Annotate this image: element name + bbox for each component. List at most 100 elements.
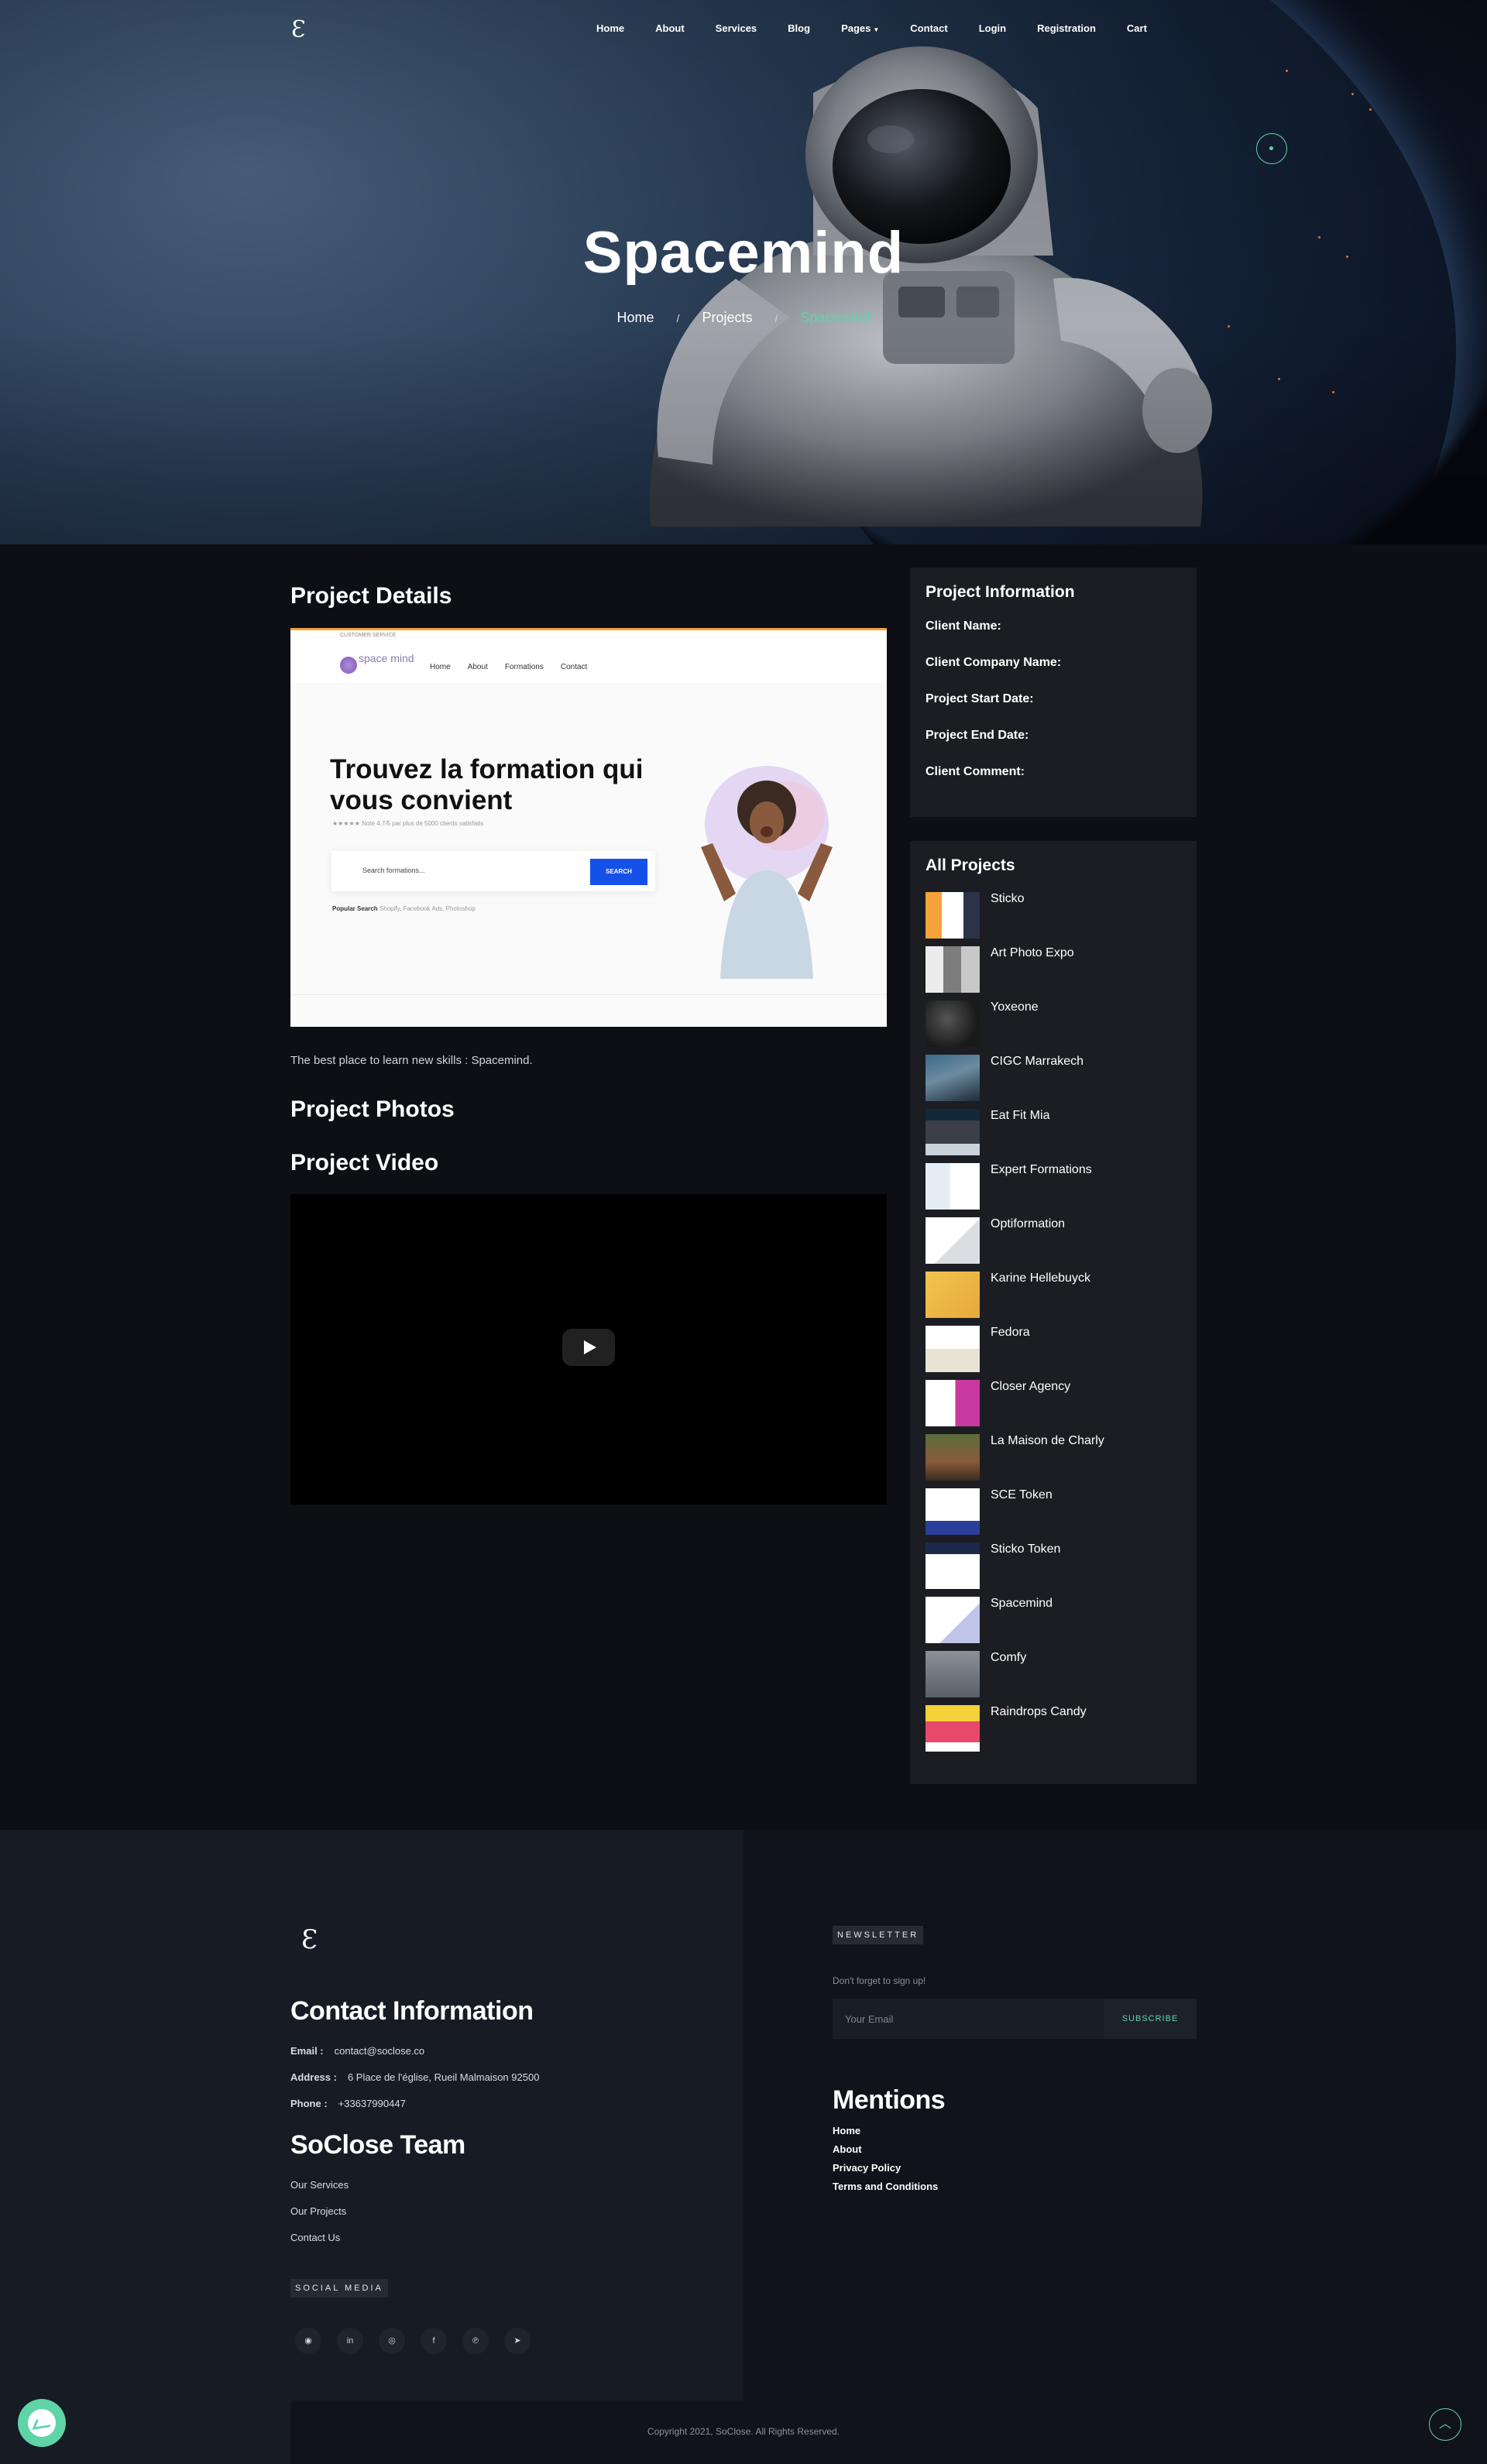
nav-login[interactable]: Login [979,22,1006,34]
project-list-item[interactable]: La Maison de Charly [926,1434,1189,1481]
project-list-item[interactable]: Yoxeone [926,1000,1189,1047]
project-video-heading: Project Video [290,1150,439,1175]
address-value: 6 Place de l'église, Rueil Malmaison 925… [347,2071,540,2083]
thumb-expert[interactable] [926,1163,980,1210]
screenshot-partner-logos [290,994,887,1027]
social-media-tag: SOCIAL MEDIA [290,2279,388,2298]
mentions-link-about[interactable]: About [833,2143,862,2155]
caret-down-icon: ▼ [873,26,880,33]
subscribe-button[interactable]: SUBSCRIBE [1104,1999,1197,2039]
screenshot-search-button: SEARCH [590,859,647,885]
footer-link-projects[interactable]: Our Projects [290,2205,346,2217]
project-list-name[interactable]: Closer Agency [991,1380,1070,1394]
nav-about[interactable]: About [655,22,685,34]
project-list-item[interactable]: Optiformation [926,1217,1189,1264]
project-list-item[interactable]: Comfy [926,1651,1189,1697]
thumb-sticko[interactable] [926,892,980,939]
project-list-name[interactable]: La Maison de Charly [991,1434,1104,1448]
project-video-player[interactable] [290,1194,887,1505]
project-list-item[interactable]: Sticko Token [926,1543,1189,1589]
email-value[interactable]: contact@soclose.co [335,2045,425,2057]
nav-services[interactable]: Services [716,22,757,34]
thumb-comfy[interactable] [926,1651,980,1697]
mentions-link-terms[interactable]: Terms and Conditions [833,2181,938,2192]
nav-home[interactable]: Home [596,22,624,34]
facebook-icon[interactable]: f [421,2328,447,2354]
project-list-name[interactable]: Yoxeone [991,1000,1039,1014]
project-list-name[interactable]: Raindrops Candy [991,1705,1087,1719]
info-start-date: Project Start Date: [926,692,1034,705]
footer-logo[interactable]: Ɛ [301,1924,318,1955]
mentions-link-home[interactable]: Home [833,2125,860,2136]
project-list-name[interactable]: Fedora [991,1326,1030,1340]
project-list-name[interactable]: Expert Formations [991,1163,1092,1177]
nav-pages-dropdown[interactable]: Pages ▼ [841,22,879,34]
breadcrumb-current: Spacemind [800,310,871,325]
nav-registration[interactable]: Registration [1037,22,1096,34]
thumb-stickotoken[interactable] [926,1543,980,1589]
project-list-item[interactable]: Eat Fit Mia [926,1109,1189,1155]
info-client-company: Client Company Name: [926,656,1062,669]
project-list-item[interactable]: Karine Hellebuyck [926,1271,1189,1318]
screenshot-search: Search formations... SEARCH [331,851,655,891]
phone-value[interactable]: +33637990447 [338,2098,406,2109]
newsletter-email-input[interactable] [833,1999,1104,2039]
site-logo[interactable]: Ɛ [291,15,314,45]
thumb-eatfit[interactable] [926,1109,980,1155]
nav-blog[interactable]: Blog [788,22,810,34]
screenshot-brand: space mind [359,652,414,664]
pinterest-icon[interactable]: ℗ [462,2328,489,2354]
project-list-item[interactable]: Spacemind [926,1597,1189,1643]
project-list-name[interactable]: Optiformation [991,1217,1065,1231]
github-icon[interactable]: ◉ [295,2328,321,2354]
project-list-name[interactable]: Sticko [991,892,1025,906]
contact-email: Email : contact@soclose.co [290,2045,424,2057]
project-list-item[interactable]: Closer Agency [926,1380,1189,1426]
messenger-chat-icon[interactable] [18,2399,66,2447]
breadcrumb-projects[interactable]: Projects [702,310,752,325]
thumb-yoxeone[interactable] [926,1000,980,1047]
project-list-item[interactable]: Raindrops Candy [926,1705,1189,1752]
thumb-maison[interactable] [926,1434,980,1481]
nav-cart[interactable]: Cart [1127,22,1147,34]
mentions-heading: Mentions [833,2085,946,2115]
thumb-raindrops[interactable] [926,1705,980,1752]
mentions-link-privacy[interactable]: Privacy Policy [833,2162,901,2174]
telegram-icon[interactable]: ➤ [504,2328,531,2354]
thumb-artphoto[interactable] [926,946,980,993]
thumb-spacemind[interactable] [926,1597,980,1643]
project-list-name[interactable]: Comfy [991,1651,1026,1665]
project-list-item[interactable]: Expert Formations [926,1163,1189,1210]
project-list-name[interactable]: Spacemind [991,1597,1053,1611]
play-icon[interactable] [562,1329,615,1366]
footer-link-contact[interactable]: Contact Us [290,2232,340,2243]
project-list-name[interactable]: Art Photo Expo [991,946,1074,960]
back-to-top-button[interactable]: ︿ [1429,2408,1461,2441]
nav-contact[interactable]: Contact [910,22,947,34]
chevron-up-icon: ︿ [1438,2418,1451,2431]
linkedin-icon[interactable]: in [337,2328,363,2354]
instagram-icon[interactable]: ◎ [379,2328,405,2354]
screenshot-nav-item: About [467,663,488,671]
footer-link-services[interactable]: Our Services [290,2179,349,2191]
thumb-closer[interactable] [926,1380,980,1426]
project-list-item[interactable]: SCE Token [926,1488,1189,1535]
thumb-cigc[interactable] [926,1055,980,1101]
newsletter-hint: Don't forget to sign up! [833,1975,926,1986]
thumb-fedora[interactable] [926,1326,980,1372]
project-list-item[interactable]: Art Photo Expo [926,946,1189,993]
project-list-name[interactable]: SCE Token [991,1488,1053,1502]
project-list-name[interactable]: Sticko Token [991,1543,1060,1556]
screenshot-nav-item: Home [430,663,451,671]
thumb-karine[interactable] [926,1271,980,1318]
project-list-item[interactable]: Fedora [926,1326,1189,1372]
project-list-item[interactable]: Sticko [926,892,1189,939]
thumb-sce[interactable] [926,1488,980,1535]
project-list-item[interactable]: CIGC Marrakech [926,1055,1189,1101]
project-list-name[interactable]: Karine Hellebuyck [991,1271,1090,1285]
screenshot-popular-items: Shopify, Facebook Ads, Photoshop [379,905,476,912]
breadcrumb-home[interactable]: Home [617,310,654,325]
project-list-name[interactable]: CIGC Marrakech [991,1055,1083,1069]
project-list-name[interactable]: Eat Fit Mia [991,1109,1049,1123]
thumb-opti[interactable] [926,1217,980,1264]
